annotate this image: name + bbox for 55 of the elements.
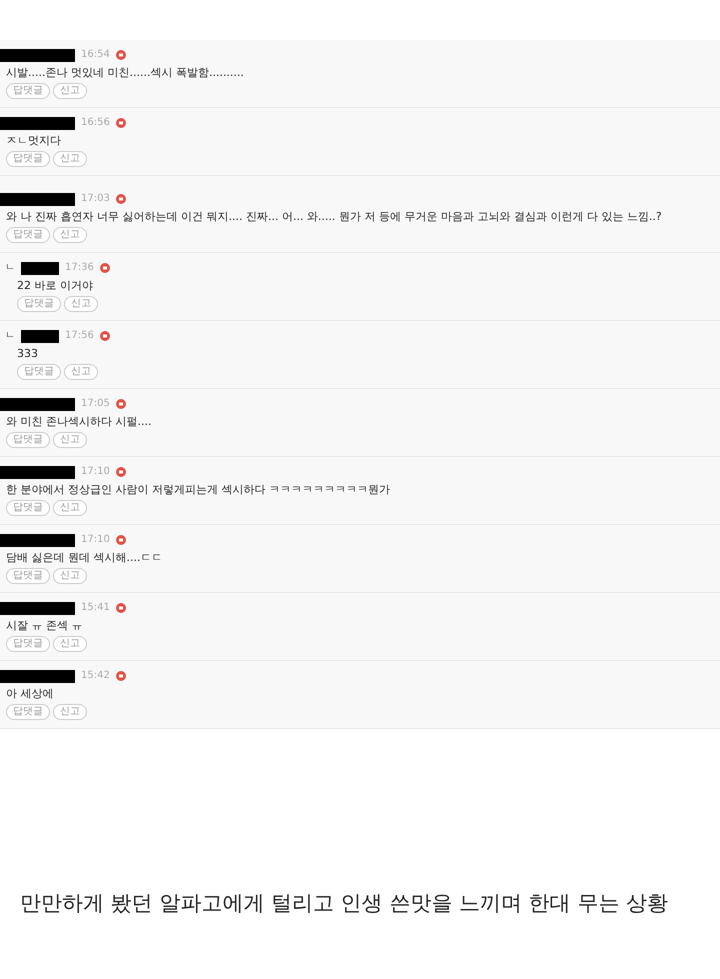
new-badge-icon xyxy=(116,467,126,477)
comment-time: 17:10 xyxy=(81,467,110,477)
report-button[interactable]: 신고 xyxy=(53,704,87,720)
comment-time: 16:54 xyxy=(81,50,110,60)
redaction-bar xyxy=(21,262,59,274)
comment-text: 시잘 ㅠ 존섹 ㅠ xyxy=(5,619,84,633)
reply-button[interactable]: 답댓글 xyxy=(6,568,50,584)
reply-button[interactable]: 답댓글 xyxy=(6,500,50,516)
reply-button[interactable]: 답댓글 xyxy=(6,636,50,652)
report-button[interactable]: 신고 xyxy=(53,500,87,516)
reply-button[interactable]: 답댓글 xyxy=(6,432,50,448)
reply-button[interactable]: 답댓글 xyxy=(6,227,50,243)
new-badge-icon xyxy=(116,50,126,60)
comment-text: 와 나 진짜 흡연자 너무 싫어하는데 이건 뭐지.... 진짜... 어... 와..... 뭔가 저 등에 무거운 마음과 고뇌와 결심과 이런게 다 있는 느낌..? xyxy=(5,210,663,224)
reply-button[interactable]: 답댓글 xyxy=(17,364,61,380)
caption: 만만하게 봤던 알파고에게 털리고 인생 쓴맛을 느끼며 한대 무는 상황 xyxy=(19,890,670,917)
comment-time: 17:36 xyxy=(65,263,94,273)
redaction-bar xyxy=(21,330,59,342)
comment-text: ㅈㄴ멋지다 xyxy=(5,134,62,148)
report-button[interactable]: 신고 xyxy=(53,151,87,167)
comment-text: 333 xyxy=(16,347,39,361)
comment-time: 15:42 xyxy=(81,671,110,681)
comment-time: 17:56 xyxy=(65,331,94,341)
comment-text: 한 분야에서 정상급인 사람이 저렇게피는게 섹시하다 ㅋㅋㅋㅋㅋㅋㅋㅋㅋ뭔가 xyxy=(5,483,391,497)
comment-time: 16:56 xyxy=(81,118,110,128)
reply-marker: ㄴ xyxy=(5,331,15,341)
reply-button[interactable]: 답댓글 xyxy=(6,83,50,99)
comment-text: 담배 싫은데 뭔데 섹시해....ㄷㄷ xyxy=(5,551,164,565)
comment-text: 시발.....존나 멋있네 미친......섹시 폭발함.......... xyxy=(5,66,245,80)
new-badge-icon xyxy=(116,118,126,128)
comment-time: 17:03 xyxy=(81,194,110,204)
report-button[interactable]: 신고 xyxy=(53,432,87,448)
reply-marker: ㄴ xyxy=(5,263,15,273)
comment-time: 17:10 xyxy=(81,535,110,545)
report-button[interactable]: 신고 xyxy=(53,227,87,243)
new-badge-icon xyxy=(116,535,126,545)
new-badge-icon xyxy=(100,331,110,341)
new-badge-icon xyxy=(116,603,126,613)
report-button[interactable]: 신고 xyxy=(53,636,87,652)
reply-button[interactable]: 답댓글 xyxy=(6,151,50,167)
comment-text: 22 바로 이거야 xyxy=(16,279,94,293)
new-badge-icon xyxy=(116,399,126,409)
report-button[interactable]: 신고 xyxy=(64,296,98,312)
comment-text: 와 미친 존나섹시하다 시펄.... xyxy=(5,415,152,429)
new-badge-icon xyxy=(116,671,126,681)
comment-text: 아 세상에 xyxy=(5,687,54,701)
reply-button[interactable]: 답댓글 xyxy=(6,704,50,720)
report-button[interactable]: 신고 xyxy=(64,364,98,380)
reply-button[interactable]: 답댓글 xyxy=(17,296,61,312)
new-badge-icon xyxy=(100,263,110,273)
comment-time: 17:05 xyxy=(81,399,110,409)
report-button[interactable]: 신고 xyxy=(53,568,87,584)
new-badge-icon xyxy=(116,194,126,204)
report-button[interactable]: 신고 xyxy=(53,83,87,99)
comment-time: 15:41 xyxy=(81,603,110,613)
